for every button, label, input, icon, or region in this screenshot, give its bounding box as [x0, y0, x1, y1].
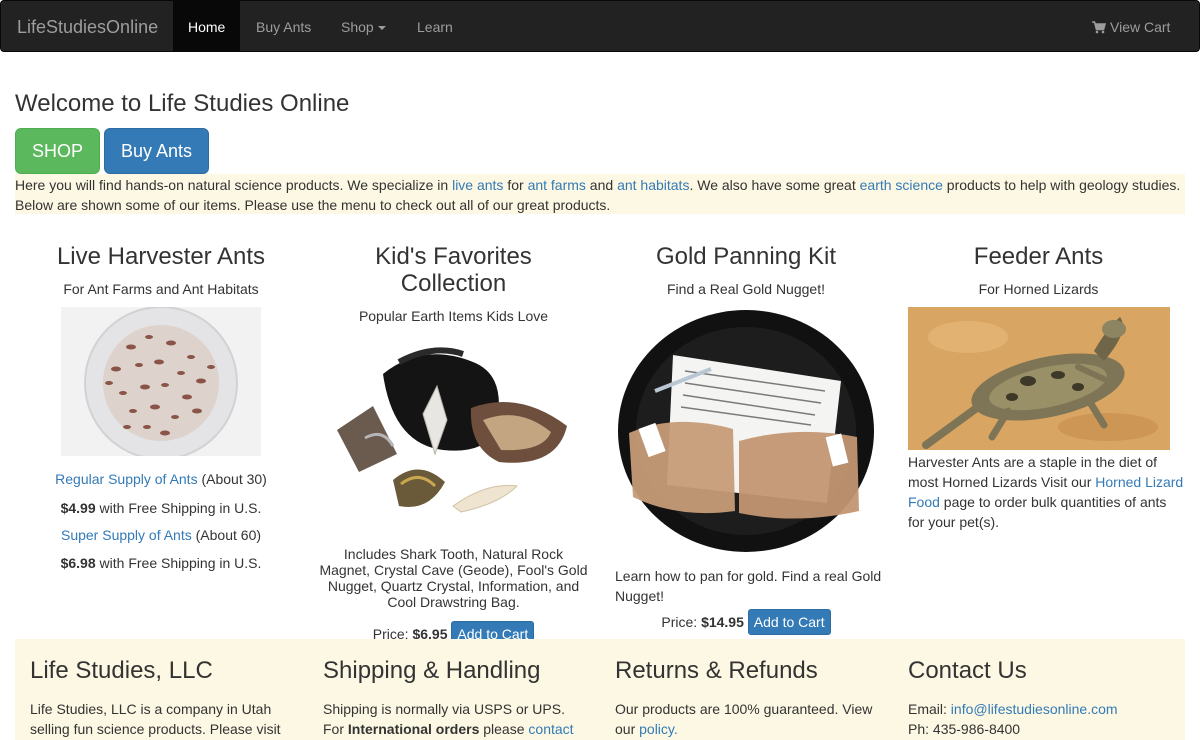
product-title: Gold Panning Kit: [655, 243, 837, 270]
horned-lizard-image[interactable]: [908, 307, 1170, 450]
nav-shop-label: Shop: [341, 19, 374, 35]
footer-panel: Life Studies, LLC Life Studies, LLC is a…: [15, 639, 1185, 740]
product-subtitle: For Horned Lizards: [978, 281, 1099, 297]
product-description: Includes Shark Tooth, Natural Rock Magne…: [319, 546, 588, 610]
shop-button[interactable]: SHOP: [15, 128, 100, 174]
product-subtitle: Find a Real Gold Nugget!: [667, 281, 825, 297]
nav-learn[interactable]: Learn: [417, 19, 453, 35]
ant-habitats-link[interactable]: ant habitats: [617, 177, 689, 193]
intro-text: Below are shown some of our items. Pleas…: [15, 197, 611, 213]
product-gold-panning-kit: Gold Panning Kit Find a Real Gold Nugget…: [600, 240, 892, 635]
intro-text: . We also have some great: [689, 177, 860, 193]
super-supply-note: (About 60): [191, 527, 262, 543]
footer-text: For: [323, 721, 348, 737]
price-value: $14.95: [701, 614, 744, 630]
price-row: Price: $14.95 Add to Cart: [600, 609, 892, 635]
intro-panel: Here you will find hands-on natural scie…: [15, 174, 1185, 214]
nav-home-label: Home: [188, 19, 226, 35]
nav-view-cart-label: View Cart: [1110, 19, 1171, 35]
footer-company: Life Studies, LLC Life Studies, LLC is a…: [30, 657, 300, 739]
regular-supply-link[interactable]: Regular Supply of Ants: [55, 471, 197, 487]
footer-text: please: [479, 721, 529, 737]
caret-down-icon: [377, 26, 386, 31]
nav-shop-dropdown[interactable]: Shop: [341, 19, 386, 35]
gold-panning-kit-image[interactable]: [615, 307, 877, 555]
product-subtitle: For Ant Farms and Ant Habitats: [63, 281, 259, 297]
price-label: Price:: [661, 614, 702, 630]
footer-text: Shipping is normally via USPS or UPS.: [323, 701, 565, 717]
super-price-line: $6.98 with Free Shipping in U.S.: [15, 553, 307, 573]
phone-text: Ph: 435-986-8400: [908, 721, 1021, 737]
product-title-line-2: Collection: [400, 270, 507, 297]
contact-link[interactable]: contact: [528, 721, 573, 737]
harvester-ants-image[interactable]: [61, 307, 261, 456]
product-title: Live Harvester Ants: [56, 243, 266, 270]
footer-heading: Returns & Refunds: [615, 657, 818, 684]
regular-supply-note: (About 30): [197, 471, 267, 487]
nav-buy-ants[interactable]: Buy Ants: [256, 19, 311, 35]
product-kids-favorites: Kid's Favorites Collection Popular Earth…: [307, 240, 600, 647]
email-link[interactable]: info@lifestudiesonline.com: [951, 701, 1118, 717]
product-title: Feeder Ants: [973, 243, 1104, 270]
super-supply-link[interactable]: Super Supply of Ants: [61, 527, 192, 543]
footer-text: Life Studies, LLC is a company in Utah s…: [30, 701, 281, 737]
footer-shipping: Shipping & Handling Shipping is normally…: [323, 657, 593, 739]
footer-bold-text: International orders: [347, 721, 480, 737]
product-feeder-ants: Feeder Ants For Horned Lizards Harvester…: [892, 240, 1185, 532]
regular-supply-line: Regular Supply of Ants (About 30): [15, 469, 307, 489]
footer-heading: Contact Us: [908, 657, 1027, 684]
regular-price-line: $4.99 with Free Shipping in U.S.: [15, 498, 307, 518]
product-title-line-1: Kid's Favorites: [375, 243, 532, 270]
brand-link[interactable]: LifeStudiesOnline: [17, 17, 158, 38]
product-description: Harvester Ants are a staple in the diet …: [892, 452, 1185, 532]
footer-heading: Shipping & Handling: [323, 657, 541, 684]
live-ants-link[interactable]: live ants: [452, 177, 503, 193]
footer-returns: Returns & Refunds Our products are 100% …: [615, 657, 885, 739]
top-navbar: LifeStudiesOnline Home Buy Ants Shop Lea…: [0, 0, 1200, 52]
footer-heading: Life Studies, LLC: [30, 657, 213, 684]
page-title: Welcome to Life Studies Online: [15, 90, 350, 117]
intro-text: products to help with geology studies.: [942, 177, 1181, 193]
nav-view-cart[interactable]: View Cart: [1092, 19, 1170, 35]
intro-text: Here you will find hands-on natural scie…: [15, 177, 453, 193]
feeder-text: page to order bulk quantities of ants fo…: [908, 494, 1167, 530]
buy-ants-button[interactable]: Buy Ants: [104, 128, 209, 174]
product-subtitle: Popular Earth Items Kids Love: [358, 308, 549, 324]
intro-text: and: [585, 177, 618, 193]
footer-contact: Contact Us Email: info@lifestudiesonline…: [908, 657, 1178, 739]
regular-shipping-note: with Free Shipping in U.S.: [95, 500, 262, 516]
earth-science-link[interactable]: earth science: [860, 177, 943, 193]
product-description: Learn how to pan for gold. Find a real G…: [615, 568, 882, 604]
email-label: Email:: [908, 701, 951, 717]
super-supply-line: Super Supply of Ants (About 60): [15, 525, 307, 545]
super-shipping-note: with Free Shipping in U.S.: [95, 555, 262, 571]
ant-farms-link[interactable]: ant farms: [528, 177, 586, 193]
policy-link[interactable]: policy.: [639, 721, 678, 737]
super-price: $6.98: [60, 555, 96, 571]
add-to-cart-button[interactable]: Add to Cart: [747, 609, 831, 635]
shopping-cart-icon: [1092, 21, 1106, 34]
nav-home[interactable]: Home: [173, 1, 240, 52]
intro-text: for: [503, 177, 528, 193]
kids-favorites-image[interactable]: [322, 334, 585, 534]
product-live-harvester-ants: Live Harvester Ants For Ant Farms and An…: [15, 240, 307, 573]
regular-price: $4.99: [60, 500, 96, 516]
